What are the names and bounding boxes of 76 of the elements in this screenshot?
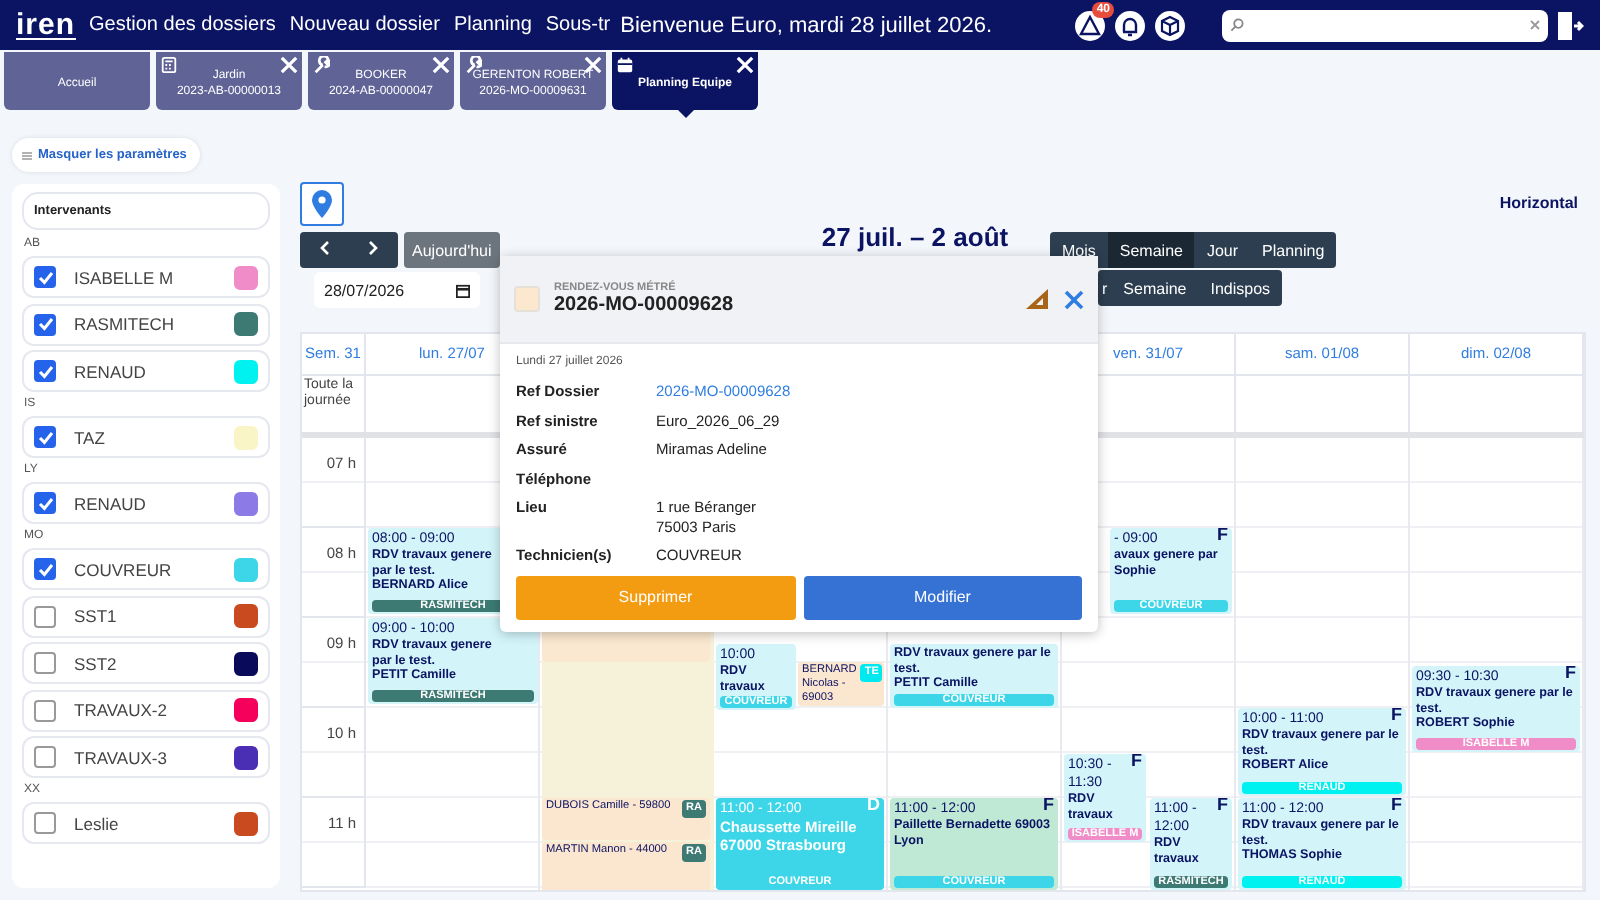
technician-item[interactable]: SST1 xyxy=(22,595,270,637)
search-icon xyxy=(1230,18,1244,32)
technician-item[interactable]: RENAUD xyxy=(22,350,270,392)
view-button[interactable]: Planning xyxy=(1250,232,1337,268)
date-range-title: 27 juil. – 2 août xyxy=(819,224,1011,250)
checkbox[interactable] xyxy=(34,558,56,580)
layout-label[interactable]: Horizontal xyxy=(1499,194,1578,212)
bell-icon[interactable] xyxy=(1114,9,1146,41)
technician-name: TRAVAUX-2 xyxy=(74,700,169,720)
map-pin-icon xyxy=(312,190,332,218)
box-icon[interactable] xyxy=(1154,9,1186,41)
view-button[interactable]: Jour xyxy=(1194,232,1251,268)
welcome-text: Bienvenue Euro, mardi 28 juillet 2026. xyxy=(620,13,993,37)
search-field[interactable] xyxy=(1222,9,1548,41)
technician-item[interactable]: COUVREUR xyxy=(22,548,270,590)
view-button[interactable]: Mois xyxy=(1050,232,1108,268)
checkbox[interactable] xyxy=(34,812,56,834)
today-button[interactable]: Aujourd'hui xyxy=(404,232,500,269)
warning-icon[interactable] xyxy=(1074,9,1106,41)
chevron-right-icon xyxy=(368,239,379,256)
appointment-reference: 2026-MO-00009628 xyxy=(554,294,736,316)
status-letter: F xyxy=(1391,798,1402,813)
map-button[interactable] xyxy=(300,182,344,226)
technician-name: TAZ xyxy=(74,427,107,447)
technician-item[interactable]: TRAVAUX-3 xyxy=(22,736,270,778)
logo[interactable]: iren xyxy=(16,11,76,39)
calendar-icon xyxy=(456,283,470,298)
color-swatch xyxy=(514,286,540,312)
technician-item[interactable]: RENAUD xyxy=(22,482,270,524)
wrench-icon xyxy=(312,56,330,74)
checkbox[interactable] xyxy=(34,266,56,288)
view-button[interactable]: r xyxy=(1098,270,1112,306)
status-letter: F xyxy=(1131,754,1142,769)
nav-link[interactable]: Gestion des dossiers xyxy=(89,14,276,36)
technician-item[interactable]: ISABELLE M xyxy=(22,256,270,298)
technician-item[interactable]: SST2 xyxy=(22,642,270,684)
checkbox[interactable] xyxy=(34,652,56,674)
checkbox[interactable] xyxy=(34,746,56,768)
chevron-left-icon xyxy=(319,239,330,256)
status-letter: F xyxy=(1043,798,1054,813)
status-letter: F xyxy=(1391,708,1402,723)
status-letter: F xyxy=(1217,798,1228,813)
technician-item[interactable]: Leslie xyxy=(22,802,270,844)
checkbox[interactable] xyxy=(34,492,56,514)
technician-name: RENAUD xyxy=(74,361,148,381)
checkbox[interactable] xyxy=(34,605,56,627)
nav-link[interactable]: Sous-tr xyxy=(545,14,611,36)
menu-icon xyxy=(22,151,32,159)
date-field[interactable]: 28/07/2026 xyxy=(314,272,480,308)
calendar-icon xyxy=(616,56,634,74)
calculator-icon xyxy=(160,56,178,74)
technician-name: Leslie xyxy=(74,813,121,833)
status-letter: D xyxy=(867,798,880,813)
technician-name: COUVREUR xyxy=(74,559,174,579)
technician-name: SST2 xyxy=(74,653,119,673)
checkbox[interactable] xyxy=(34,426,56,448)
technician-name: RENAUD xyxy=(74,493,148,513)
checkbox[interactable] xyxy=(34,313,56,335)
checkbox[interactable] xyxy=(34,360,56,382)
technician-item[interactable]: RASMITECH xyxy=(22,303,270,345)
view-button[interactable]: Semaine xyxy=(1107,232,1195,268)
technician-item[interactable]: TAZ xyxy=(22,416,270,458)
technician-name: RASMITECH xyxy=(74,314,177,334)
technician-item[interactable]: TRAVAUX-2 xyxy=(22,689,270,731)
nav-link[interactable]: Planning xyxy=(453,14,532,36)
nav-link[interactable]: Nouveau dossier xyxy=(289,14,440,36)
view-button[interactable]: Semaine xyxy=(1111,270,1199,306)
technician-name: TRAVAUX-3 xyxy=(74,747,169,767)
technician-name: ISABELLE M xyxy=(74,267,176,287)
logout-icon[interactable] xyxy=(1556,9,1584,41)
edit-button[interactable]: Modifier xyxy=(803,575,1082,619)
status-letter: F xyxy=(1217,528,1228,543)
checkbox[interactable] xyxy=(34,699,56,721)
view-button[interactable]: Indispos xyxy=(1198,270,1283,306)
status-letter: F xyxy=(1565,666,1576,681)
technician-name: SST1 xyxy=(74,606,119,626)
